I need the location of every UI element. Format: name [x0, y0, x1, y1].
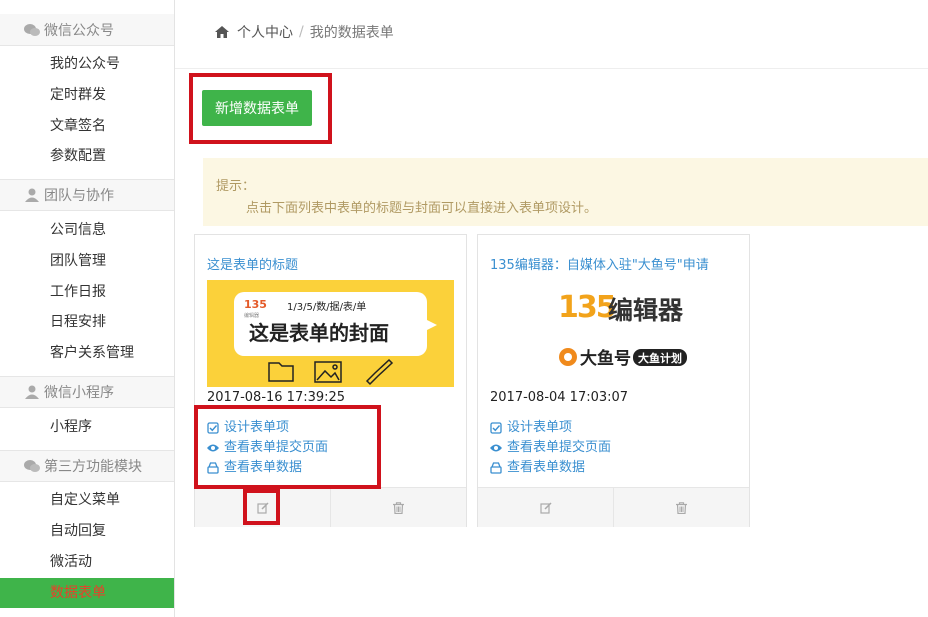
- sidebar-group-title: 微信小程序: [44, 385, 114, 401]
- view-form-data-link[interactable]: 查看表单数据: [490, 458, 611, 478]
- card-cover[interactable]: 135 编辑器 大鱼号 大鱼计划: [490, 280, 737, 387]
- sidebar-group-third-party[interactable]: 第三方功能模块: [0, 450, 174, 482]
- cover-badge: 大鱼计划: [638, 351, 682, 365]
- sidebar-group-miniprogram[interactable]: 微信小程序: [0, 376, 174, 408]
- delete-button[interactable]: [330, 488, 466, 527]
- breadcrumb: 个人中心 / 我的数据表单: [215, 22, 394, 42]
- trash-icon: [676, 501, 687, 514]
- tip-label: 提示：: [216, 179, 256, 194]
- breadcrumb-separator: /: [299, 24, 304, 40]
- design-form-link[interactable]: 设计表单项: [490, 418, 611, 438]
- tip-alert: 提示： 点击下面列表中表单的标题与封面可以直接进入表单项设计。: [203, 158, 928, 226]
- sidebar-item-signature[interactable]: 文章签名: [0, 111, 174, 141]
- cover-image: 135 编辑器 大鱼号 大鱼计划: [558, 290, 687, 369]
- cover-headline: 这是表单的封面: [249, 321, 389, 345]
- card-footer: [195, 487, 466, 527]
- cover-logo: 135: [558, 290, 615, 325]
- cover-image: 135 编辑器 1/3/5/数/据/表/单 这是表单的封面: [234, 292, 437, 386]
- sidebar-item-team[interactable]: 团队管理: [0, 246, 174, 276]
- wechat-icon: [24, 460, 40, 472]
- card-title[interactable]: 这是表单的标题: [207, 254, 298, 273]
- sidebar-group-title: 微信公众号: [44, 22, 114, 39]
- folder-icon: [268, 362, 294, 382]
- cover-logo: 135: [244, 298, 267, 311]
- tip-message: 点击下面列表中表单的标题与封面可以直接进入表单项设计。: [246, 201, 598, 216]
- delete-button[interactable]: [613, 488, 749, 527]
- trash-icon: [393, 501, 404, 514]
- form-card: 135编辑器：自媒体入驻"大鱼号"申请 135 编辑器 大鱼号 大鱼计划 201…: [477, 234, 750, 527]
- sidebar-item-scheduled-send[interactable]: 定时群发: [0, 80, 174, 110]
- home-icon[interactable]: [215, 26, 229, 38]
- sidebar-item-my-account[interactable]: 我的公众号: [0, 49, 174, 79]
- wechat-icon: [24, 23, 40, 36]
- card-date: 2017-08-16 17:39:25: [207, 390, 346, 405]
- divider: [175, 68, 928, 69]
- edit-icon: [539, 501, 552, 514]
- sidebar-item-miniprogram[interactable]: 小程序: [0, 412, 174, 442]
- hdd-icon: [490, 462, 502, 474]
- sidebar-item-settings[interactable]: 参数配置: [0, 141, 174, 171]
- breadcrumb-home[interactable]: 个人中心: [237, 22, 293, 42]
- sidebar: 微信公众号 我的公众号 定时群发 文章签名 参数配置 团队与协作 公司信息 团队…: [0, 0, 175, 617]
- sidebar-group-title: 团队与协作: [44, 188, 114, 204]
- breadcrumb-current: 我的数据表单: [309, 25, 394, 41]
- sidebar-group-team[interactable]: 团队与协作: [0, 179, 174, 211]
- card-links: 设计表单项 查看表单提交页面 查看表单数据: [490, 418, 611, 478]
- card-cover[interactable]: 135 编辑器 1/3/5/数/据/表/单 这是表单的封面: [207, 280, 454, 387]
- card-date: 2017-08-04 17:03:07: [490, 390, 629, 405]
- sidebar-item-crm[interactable]: 客户关系管理: [0, 338, 174, 368]
- sidebar-item-daily-report[interactable]: 工作日报: [0, 277, 174, 307]
- view-submit-page-link[interactable]: 查看表单提交页面: [490, 438, 611, 458]
- checkbox-icon: [490, 422, 502, 434]
- card-footer: [478, 487, 749, 527]
- cover-logo-text: 编辑器: [608, 296, 684, 325]
- sidebar-item-custom-menu[interactable]: 自定义菜单: [0, 485, 174, 515]
- eye-icon: [490, 444, 502, 452]
- link-label: 查看表单数据: [507, 460, 586, 475]
- sidebar-item-data-form[interactable]: 数据表单: [0, 578, 174, 608]
- image-icon: [314, 361, 342, 383]
- cover-logo-sub: 编辑器: [244, 312, 259, 319]
- add-data-form-button[interactable]: 新增数据表单: [202, 90, 312, 126]
- edit-button[interactable]: [478, 488, 613, 527]
- highlight-box: [194, 405, 381, 489]
- cover-brand: 大鱼号: [580, 348, 631, 369]
- user-icon: [25, 188, 39, 202]
- brush-icon: [365, 358, 394, 386]
- link-label: 设计表单项: [507, 420, 573, 435]
- sidebar-group-title: 第三方功能模块: [44, 459, 142, 475]
- card-title[interactable]: 135编辑器：自媒体入驻"大鱼号"申请: [490, 254, 709, 273]
- link-label: 查看表单提交页面: [507, 440, 612, 455]
- cover-steps: 1/3/5/数/据/表/单: [287, 300, 366, 313]
- sidebar-item-company[interactable]: 公司信息: [0, 215, 174, 245]
- main-content: 个人中心 / 我的数据表单 新增数据表单 提示： 点击下面列表中表单的标题与封面…: [175, 0, 928, 617]
- user-icon: [25, 385, 39, 399]
- sidebar-group-wechat[interactable]: 微信公众号: [0, 14, 174, 46]
- highlight-box: [243, 489, 280, 525]
- sidebar-item-auto-reply[interactable]: 自动回复: [0, 516, 174, 546]
- sidebar-item-schedule[interactable]: 日程安排: [0, 307, 174, 337]
- sidebar-item-activity[interactable]: 微活动: [0, 547, 174, 577]
